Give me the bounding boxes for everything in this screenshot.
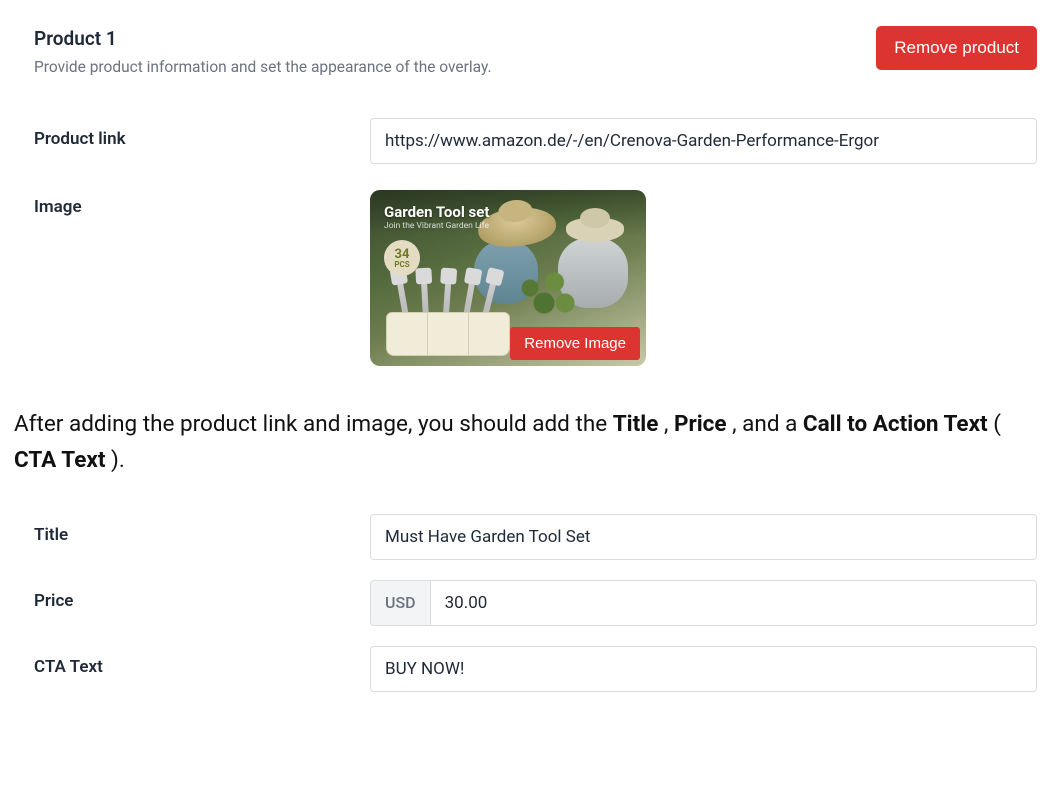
image-figure xyxy=(566,218,624,242)
section-header: Product 1 Provide product information an… xyxy=(34,26,1037,78)
badge-unit: PCS xyxy=(394,261,409,269)
instruction-bold-cta-long: Call to Action Text xyxy=(803,411,988,437)
product-link-input[interactable] xyxy=(370,118,1037,164)
image-overlay-subtitle: Join the Vibrant Garden Life xyxy=(384,221,489,233)
image-figure xyxy=(378,288,518,360)
label-cta: CTA Text xyxy=(34,646,370,680)
row-title: Title xyxy=(34,514,1037,560)
label-price: Price xyxy=(34,580,370,614)
instruction-part: , and a xyxy=(732,411,803,437)
row-product-link: Product link xyxy=(34,118,1037,164)
section-title: Product 1 xyxy=(34,26,492,53)
label-title: Title xyxy=(34,514,370,548)
label-product-link: Product link xyxy=(34,118,370,152)
control-title xyxy=(370,514,1037,560)
section-header-text: Product 1 Provide product information an… xyxy=(34,26,492,78)
instruction-bold-cta-short: CTA Text xyxy=(14,447,105,473)
product-image-preview: Garden Tool set Join the Vibrant Garden … xyxy=(370,190,646,366)
row-image: Image Garden Tool set Join the Vibrant G… xyxy=(34,190,1037,366)
control-cta xyxy=(370,646,1037,692)
instruction-text: After adding the product link and image,… xyxy=(14,406,1024,478)
instruction-part: ). xyxy=(111,447,125,473)
instruction-bold-price: Price xyxy=(674,411,727,437)
badge-number: 34 xyxy=(395,248,410,261)
currency-prefix: USD xyxy=(370,580,430,626)
price-input[interactable] xyxy=(430,580,1037,626)
image-overlay-title: Garden Tool set xyxy=(384,202,489,223)
instruction-part: After adding the product link and image,… xyxy=(14,411,613,437)
title-input[interactable] xyxy=(370,514,1037,560)
control-price: USD xyxy=(370,580,1037,626)
cta-input[interactable] xyxy=(370,646,1037,692)
instruction-bold-title: Title xyxy=(613,411,659,437)
control-image: Garden Tool set Join the Vibrant Garden … xyxy=(370,190,1037,366)
remove-image-button[interactable]: Remove Image xyxy=(510,327,640,360)
section-subtitle: Provide product information and set the … xyxy=(34,57,492,79)
price-input-group: USD xyxy=(370,580,1037,626)
row-price: Price USD xyxy=(34,580,1037,626)
instruction-part: ( xyxy=(993,411,1001,437)
instruction-part: , xyxy=(664,411,674,437)
control-product-link xyxy=(370,118,1037,164)
row-cta: CTA Text xyxy=(34,646,1037,692)
label-image: Image xyxy=(34,190,370,220)
remove-product-button[interactable]: Remove product xyxy=(876,26,1037,70)
image-figure xyxy=(516,270,586,330)
